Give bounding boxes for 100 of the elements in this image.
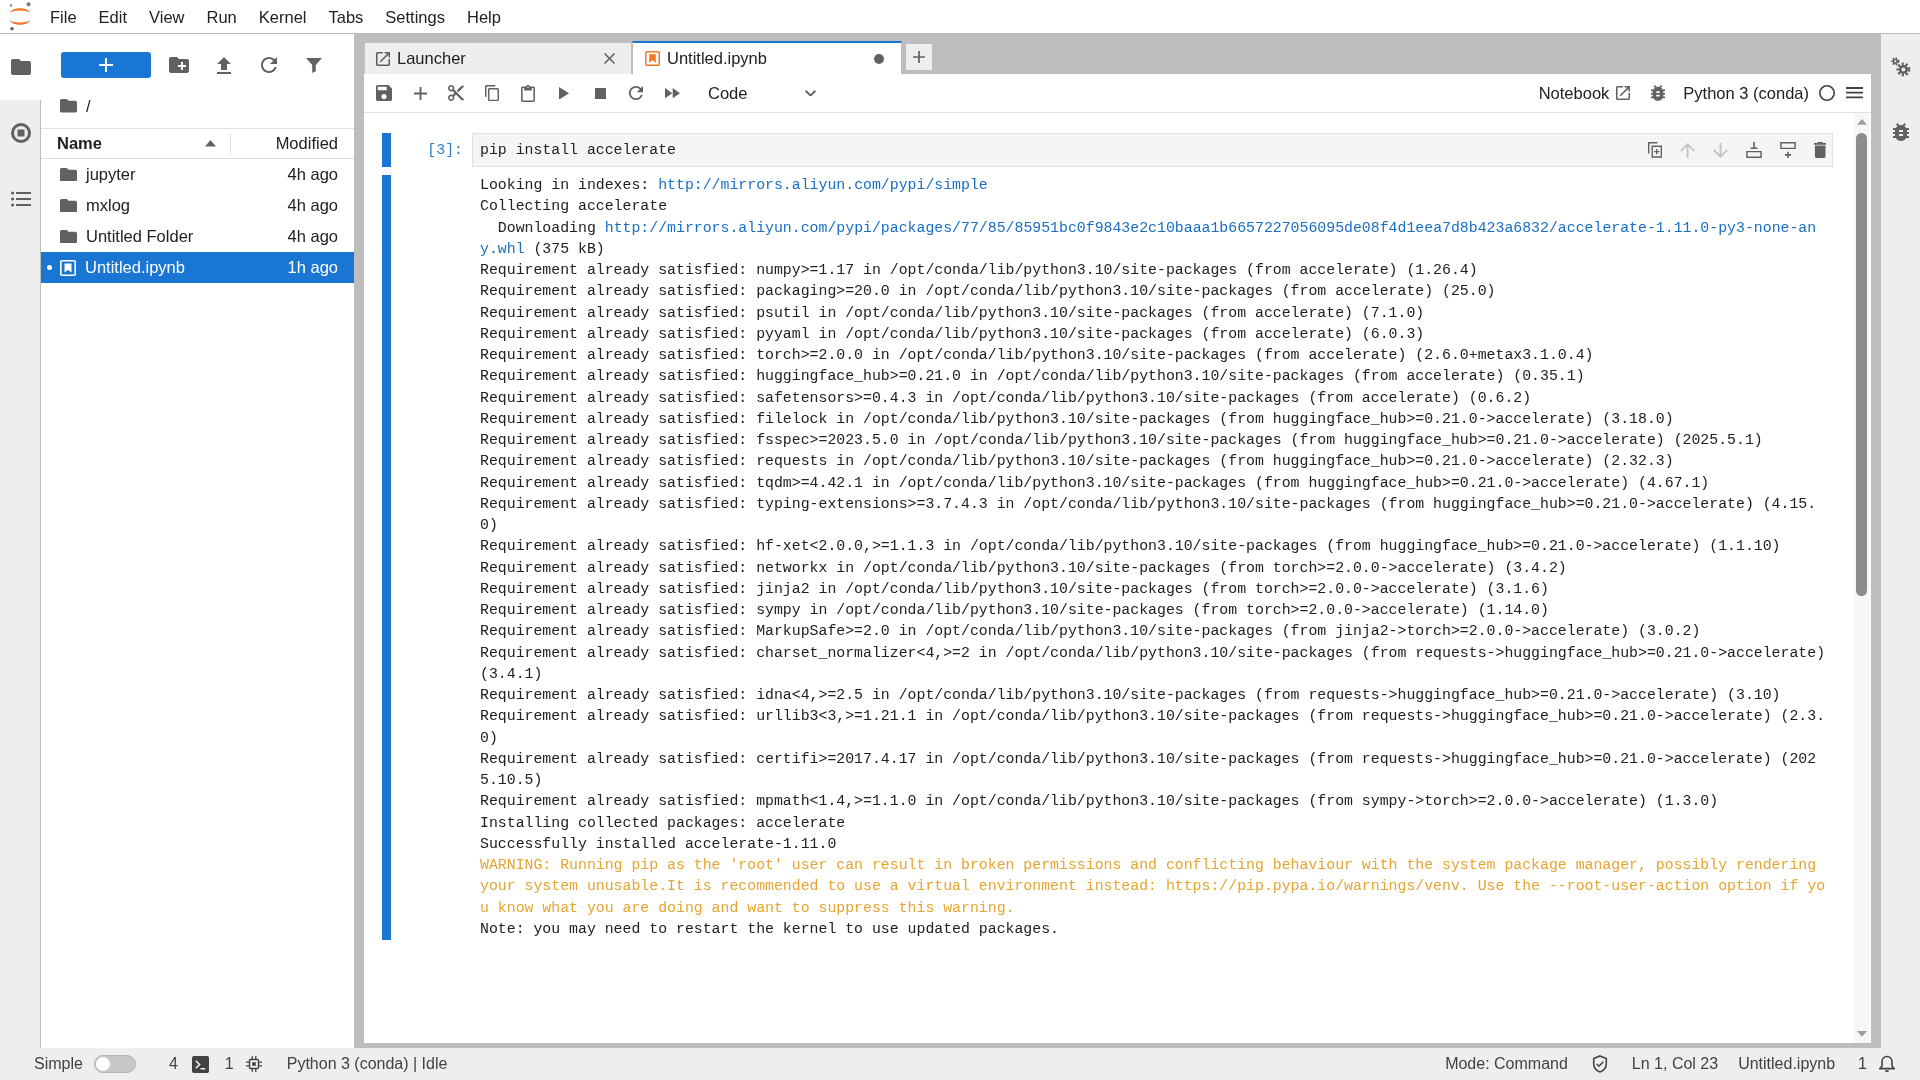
bug-icon[interactable]	[1892, 123, 1909, 141]
output-line: Requirement already satisfied: safetensors>=0.4.3 in /opt/conda/lib/python3.10/site-packages (from accelerate) (0.6.2)	[480, 388, 1533, 408]
menu-item[interactable]: File	[39, 0, 88, 33]
output-line: Requirement already satisfied: certifi>=2017.4.17 in /opt/conda/lib/python3.10/site-packages (from requests->huggingface_hub>=0.21.0->accelerate) (202	[480, 749, 1818, 769]
menu-item[interactable]: Settings	[374, 0, 456, 33]
close-icon[interactable]	[604, 53, 615, 64]
notebook-icon	[60, 259, 76, 276]
output-line: Requirement already satisfied: numpy>=1.17 in /opt/conda/lib/python3.10/site-packages (from accelerate) (1.26.4)	[480, 261, 1479, 280]
clipboard-icon[interactable]	[521, 84, 535, 102]
file-row[interactable]: jupyter 4h ago	[41, 159, 354, 190]
output-line: Requirement already satisfied: tqdm>=4.42.1 in /opt/conda/lib/python3.10/site-packages (from huggingface_hub>=0.21.0->accelerate) (4.67.1)	[480, 473, 1711, 493]
menu-item[interactable]: Kernel	[247, 0, 318, 33]
output-line: Requirement already satisfied: hf-xet<2.0.0,>=1.1.3 in /opt/conda/lib/python3.10/site-packages (from huggingface_hub>=0.21.0->accelerate) (1.1.10)	[480, 537, 1782, 557]
menu-item[interactable]: Tabs	[317, 0, 375, 33]
column-header[interactable]: Name	[41, 129, 230, 158]
folder-icon	[60, 229, 77, 244]
column-header[interactable]: Modified	[231, 129, 354, 158]
menu-item[interactable]: Edit	[87, 0, 139, 33]
sidebar-tab[interactable]	[0, 34, 41, 100]
output-line: Requirement already satisfied: mpmath<1.4,>=1.1.0 in /opt/conda/lib/python3.10/site-packages (from sympy->torch>=2.0.0->accelerate) (1.3.0)	[480, 792, 1720, 812]
plus-icon	[913, 51, 925, 63]
bell-icon[interactable]	[1879, 1055, 1895, 1073]
output-line: Looking in indexes: http://mirrors.aliyun.com/pypi/simple	[480, 176, 989, 195]
gears-icon[interactable]	[1890, 57, 1911, 77]
copy-icon[interactable]	[485, 84, 499, 102]
scrollbar[interactable]	[1854, 113, 1869, 1043]
chip-icon	[245, 1056, 262, 1072]
file-row[interactable]: mxlog 4h ago	[41, 190, 354, 221]
folder-icon	[60, 167, 77, 182]
file-name: jupyter	[86, 164, 136, 186]
session-count: 4	[168, 1054, 178, 1074]
upload-icon[interactable]	[216, 56, 231, 74]
menu-item[interactable]: Help	[455, 0, 512, 33]
breadcrumb-path[interactable]: /	[86, 93, 91, 119]
file-name: mxlog	[86, 195, 130, 217]
kernel-status[interactable]: Python 3 (conda) | Idle	[286, 1052, 448, 1076]
filter-icon[interactable]	[305, 57, 322, 73]
output-line: Requirement already satisfied: packaging>=20.0 in /opt/conda/lib/python3.10/site-packages (from accelerate) (25.0)	[480, 282, 1497, 302]
insert-below-icon[interactable]	[1779, 142, 1796, 158]
output-line: 5.10.5)	[480, 771, 544, 790]
file-name-status: Untitled.ipynb	[1738, 1054, 1836, 1074]
output-line: u know what you are doing and want to suppress this warning.	[480, 898, 1016, 918]
open-notebook-button[interactable]: Notebook	[1538, 80, 1631, 106]
duplicate-icon[interactable]	[1647, 142, 1662, 158]
notification-count: 1	[1858, 1054, 1867, 1074]
fast-forward-icon[interactable]	[664, 87, 680, 99]
output-link[interactable]: y.whl	[480, 240, 525, 257]
save-icon[interactable]	[376, 85, 392, 101]
modified-time: 4h ago	[287, 195, 339, 217]
new-launcher-button[interactable]	[61, 52, 151, 78]
modified-time: 1h ago	[287, 257, 339, 279]
app-logo	[9, 2, 31, 31]
file-row[interactable]: Untitled Folder 4h ago	[41, 221, 354, 252]
output-line: 0)	[480, 516, 499, 535]
new-tab-button[interactable]	[905, 43, 933, 71]
output-line: Note: you may need to restart the kernel to use updated packages.	[480, 919, 1060, 939]
insert-above-icon[interactable]	[1745, 142, 1762, 158]
output-line: Requirement already satisfied: psutil in /opt/conda/lib/python3.10/site-packages (from accelerate) (7.1.0)	[480, 303, 1426, 323]
trash-icon[interactable]	[1813, 142, 1826, 158]
folder-icon[interactable]	[60, 99, 77, 113]
plus-icon[interactable]	[413, 86, 427, 100]
stop-icon[interactable]	[594, 87, 606, 99]
bug-icon[interactable]	[1651, 85, 1666, 101]
document-tab[interactable]: Launcher	[364, 42, 632, 74]
output-line: WARNING: Running pip as the 'root' user can result in broken permissions and conflicting behaviour with the system package manager, possibly rendering	[480, 856, 1818, 875]
refresh-icon[interactable]	[629, 86, 643, 100]
file-name: Untitled.ipynb	[85, 257, 185, 279]
folder-icon	[60, 198, 77, 213]
refresh-icon[interactable]	[260, 57, 277, 73]
kernel-name-button[interactable]: Python 3 (conda)	[1683, 80, 1809, 106]
output-line: Collecting accelerate	[480, 197, 669, 217]
output-line: y.whl (375 kB)	[480, 239, 606, 259]
session-count: 1	[224, 1054, 234, 1074]
output-line: Requirement already satisfied: typing-extensions>=3.7.4.3 in /opt/conda/lib/python3.10/site-packages (from huggingface_hub>=0.21.0->accelerate) (4.15.	[480, 494, 1818, 514]
cursor-position[interactable]: Ln 1, Col 23	[1631, 1052, 1719, 1076]
file-row[interactable]: Untitled.ipynb 1h ago	[41, 252, 354, 283]
output-line: Requirement already satisfied: networkx in /opt/conda/lib/python3.10/site-packages (from torch>=2.0.0->accelerate) (3.4.2)	[480, 558, 1568, 578]
code-input-field[interactable]: pip install accelerate	[472, 133, 1833, 167]
output-line: Requirement already satisfied: MarkupSafe>=2.0 in /opt/conda/lib/python3.10/site-packages (from jinja2->torch>=2.0.0->accelerate) (3.0.2)	[480, 622, 1702, 642]
simple-mode-toggle[interactable]	[93, 1055, 136, 1073]
folder-icon	[10, 59, 31, 75]
output-link[interactable]: http://mirrors.aliyun.com/pypi/packages/77/85/85951bc0f9843e2c10baaa1b6657227056095de08f4d1eea7d8b423a6832/accelerate-1.11.0-py3-none-an	[604, 219, 1817, 236]
scrollbar-thumb[interactable]	[1856, 132, 1867, 596]
output-line: Requirement already satisfied: pyyaml in /opt/conda/lib/python3.10/site-packages (from accelerate) (6.0.3)	[480, 324, 1426, 344]
menu-icon[interactable]	[1846, 87, 1863, 99]
cell-collapser[interactable]	[382, 133, 391, 167]
play-icon[interactable]	[559, 86, 569, 100]
document-tab[interactable]: Untitled.ipynb	[632, 41, 902, 74]
scissors-icon[interactable]	[448, 85, 464, 101]
menu-item[interactable]: Run	[195, 0, 248, 33]
cell-type-dropdown[interactable]: Code	[705, 80, 820, 106]
output-line: (3.4.1)	[480, 664, 544, 684]
menu-item[interactable]: View	[138, 0, 196, 33]
output-line: Requirement already satisfied: filelock in /opt/conda/lib/python3.10/site-packages (from huggingface_hub>=0.21.0->accelerate) (3.18.0)	[480, 409, 1675, 429]
folder-plus-icon[interactable]	[168, 57, 189, 73]
shield-check-icon[interactable]	[1591, 1055, 1608, 1073]
output-line: Requirement already satisfied: urllib3<3,>=1.21.1 in /opt/conda/lib/python3.10/site-packages (from requests->huggingface_hub>=0.21.0->accelerate) (2.3.	[480, 707, 1826, 727]
output-line: Requirement already satisfied: charset_normalizer<4,>=2 in /opt/conda/lib/python3.10/site-packages (from requests->huggingface_hub>=0.21.0->accelerate)	[480, 643, 1826, 663]
output-link[interactable]: http://mirrors.aliyun.com/pypi/simple	[658, 177, 988, 193]
output-line: your system unusable.It is recommended to use a virtual environment instead: https://pip.pypa.io/warnings/venv. Use the --root-user-action option if yo	[480, 877, 1826, 897]
